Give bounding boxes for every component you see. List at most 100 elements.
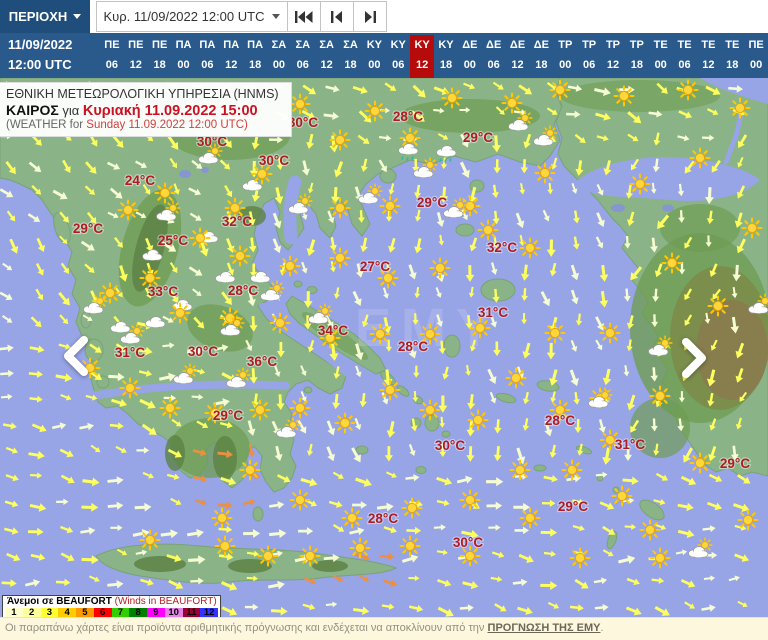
sun-icon [399, 535, 421, 557]
timestep-ΠΑ-00[interactable]: ΠΑ 00 [172, 35, 196, 78]
timestep-ΤΡ-06[interactable]: ΤΡ 06 [577, 35, 601, 78]
temperature-label: 36°C [247, 354, 277, 369]
timestep-ΣΑ-18[interactable]: ΣΑ 18 [339, 35, 363, 78]
sun-icon [329, 129, 351, 151]
timestep-ΠΕ-12[interactable]: ΠΕ 12 [124, 35, 148, 78]
disclaimer-bar: Οι παραπάνω χάρτες είναι προϊόντα αριθμη… [0, 617, 768, 640]
temperature-label: 28°C [228, 283, 258, 298]
temperature-label: 29°C [417, 195, 447, 210]
timestep-ΠΑ-06[interactable]: ΠΑ 06 [195, 35, 219, 78]
sun-icon [401, 497, 423, 519]
sun-icon [214, 535, 236, 557]
skip-to-first-icon [295, 10, 313, 23]
beaufort-2: 2 [22, 608, 41, 617]
beaufort-3: 3 [40, 608, 59, 617]
weather-map: EMY 30°C 28°C 30°C 29°C 30°C 24°C 29°C 32°C 29°C… [0, 78, 768, 617]
sun-icon [329, 247, 351, 269]
sun-icon [649, 547, 671, 569]
sun-icon [613, 85, 635, 107]
datetime-dropdown[interactable]: Κυρ. 11/09/2022 12:00 UTC [96, 1, 288, 32]
region-dropdown-button[interactable]: ΠΕΡΙΟΧΗ [0, 0, 90, 33]
timestep-ΠΑ-12[interactable]: ΠΑ 12 [219, 35, 243, 78]
timestep-ΤΡ-00[interactable]: ΤΡ 00 [553, 35, 577, 78]
beaufort-1: 1 [5, 608, 23, 617]
sun-icon [469, 317, 491, 339]
chevron-down-icon [73, 14, 82, 19]
timestep-columns: ΠΕ 06 ΠΕ 12 ΠΕ 18 ΠΑ 00 ΠΑ 06 ΠΑ 12 ΠΑ 18 ΣΑ 00 ΣΑ 06 ΣΑ 12… [100, 33, 768, 78]
sun-icon [629, 173, 651, 195]
hnms-title: ΕΘΝΙΚΗ ΜΕΤΕΩΡΟΛΟΓΙΚΗ ΥΠΗΡΕΣΙΑ (HNMS) [6, 87, 279, 101]
sun-icon [501, 92, 523, 114]
toolbar: ΠΕΡΙΟΧΗ Κυρ. 11/09/2022 12:00 UTC [0, 0, 768, 33]
temperature-label: 33°C [148, 284, 178, 299]
temperature-label: 31°C [478, 305, 508, 320]
emy-forecast-link[interactable]: ΠΡΟΓΝΩΣΗ ΤΗΣ ΕΜΥ [488, 622, 601, 634]
beaufort-12: 12 [200, 608, 218, 617]
timestep-ΣΑ-00[interactable]: ΣΑ 00 [267, 35, 291, 78]
timestep-ΚΥ-12[interactable]: ΚΥ 12 [410, 35, 435, 78]
timestep-ΚΥ-00[interactable]: ΚΥ 00 [362, 35, 386, 78]
timestep-ΤΡ-18[interactable]: ΤΡ 18 [625, 35, 649, 78]
next-map-arrow[interactable] [672, 336, 712, 380]
sun-icon [519, 507, 541, 529]
beaufort-4: 4 [58, 608, 76, 617]
timestep-ΠΕ-00[interactable]: ΠΕ 00 [744, 35, 768, 78]
temperature-label: 28°C [545, 413, 575, 428]
previous-timestep-button[interactable] [320, 1, 354, 32]
timestep-ΤΕ-12[interactable]: ΤΕ 12 [696, 35, 720, 78]
sun-icon [379, 195, 401, 217]
step-forward-icon [365, 10, 376, 23]
timestep-ΔΕ-18[interactable]: ΔΕ 18 [529, 35, 553, 78]
sun-icon [429, 257, 451, 279]
sun-icon [689, 452, 711, 474]
timestep-ΠΕ-06[interactable]: ΠΕ 06 [100, 35, 124, 78]
timestep-ΠΑ-18[interactable]: ΠΑ 18 [243, 35, 267, 78]
timestep-ΤΕ-00[interactable]: ΤΕ 00 [649, 35, 673, 78]
sun-icon [349, 537, 371, 559]
sun-icon [289, 397, 311, 419]
previous-map-arrow[interactable] [58, 334, 98, 378]
timestep-ΣΑ-06[interactable]: ΣΑ 06 [291, 35, 315, 78]
sun-icon [649, 385, 671, 407]
timestep-ΔΕ-00[interactable]: ΔΕ 00 [458, 35, 482, 78]
sun-icon [341, 507, 363, 529]
beaufort-5: 5 [76, 608, 94, 617]
timestep-ΠΕ-18[interactable]: ΠΕ 18 [148, 35, 172, 78]
timestep-ΔΕ-06[interactable]: ΔΕ 06 [482, 35, 506, 78]
sun-icon [289, 93, 311, 115]
temperature-label: 29°C [720, 456, 750, 471]
beaufort-8: 8 [129, 608, 147, 617]
sun-icon [441, 87, 463, 109]
sun-icon [364, 100, 386, 122]
temperature-label: 28°C [368, 511, 398, 526]
timestep-ΚΥ-06[interactable]: ΚΥ 06 [386, 35, 410, 78]
temperature-label: 30°C [259, 153, 289, 168]
timestep-ΣΑ-12[interactable]: ΣΑ 12 [315, 35, 339, 78]
timestep-ΤΕ-18[interactable]: ΤΕ 18 [720, 35, 744, 78]
step-back-icon [331, 10, 342, 23]
timestep-ΔΕ-12[interactable]: ΔΕ 12 [506, 35, 530, 78]
next-timestep-button[interactable] [353, 1, 387, 32]
timestep-ΚΥ-18[interactable]: ΚΥ 18 [434, 35, 458, 78]
sun-icon [459, 489, 481, 511]
temperature-label: 30°C [453, 535, 483, 550]
sun-icon [154, 182, 176, 204]
current-date: 11/09/2022 [8, 37, 73, 52]
timestep-ΤΕ-06[interactable]: ΤΕ 06 [673, 35, 697, 78]
sun-icon [299, 545, 321, 567]
first-timestep-button[interactable] [287, 1, 321, 32]
region-dropdown-label: ΠΕΡΙΟΧΗ [8, 9, 68, 24]
sun-icon [737, 509, 759, 531]
disclaimer-text: Οι παραπάνω χάρτες είναι προϊόντα αριθμη… [5, 622, 488, 634]
sun-icon [569, 547, 591, 569]
sun-icon [379, 379, 401, 401]
hnms-weather-app: ΠΕΡΙΟΧΗ Κυρ. 11/09/2022 12:00 UTC 11/09/… [0, 0, 768, 640]
timestep-ΤΡ-12[interactable]: ΤΡ 12 [601, 35, 625, 78]
temperature-label: 34°C [318, 323, 348, 338]
sun-icon [369, 323, 391, 345]
chevron-down-icon [272, 14, 281, 19]
sun-icon [334, 412, 356, 434]
sun-icon [269, 312, 291, 334]
legend-title: Άνεμοι σε BEAUFORT (Winds in BEAUFORT) [7, 596, 217, 607]
sun-icon [729, 97, 751, 119]
